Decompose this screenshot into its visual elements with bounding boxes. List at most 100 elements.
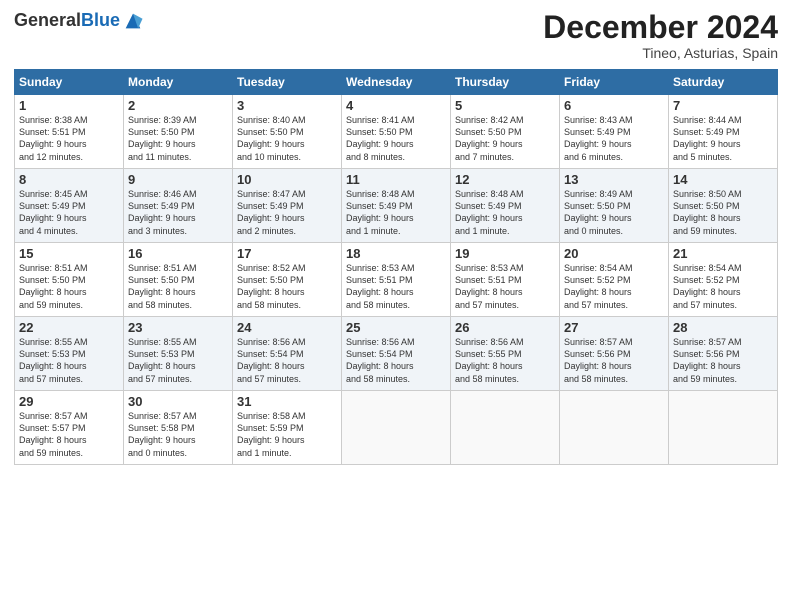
cell-1-1: 9Sunrise: 8:46 AM Sunset: 5:49 PM Daylig… bbox=[124, 169, 233, 243]
cell-text: Sunrise: 8:49 AM Sunset: 5:50 PM Dayligh… bbox=[564, 188, 664, 237]
cell-text: Sunrise: 8:46 AM Sunset: 5:49 PM Dayligh… bbox=[128, 188, 228, 237]
day-number: 6 bbox=[564, 98, 664, 113]
day-number: 9 bbox=[128, 172, 228, 187]
cell-text: Sunrise: 8:48 AM Sunset: 5:49 PM Dayligh… bbox=[346, 188, 446, 237]
day-number: 5 bbox=[455, 98, 555, 113]
day-number: 7 bbox=[673, 98, 773, 113]
day-number: 21 bbox=[673, 246, 773, 261]
cell-text: Sunrise: 8:51 AM Sunset: 5:50 PM Dayligh… bbox=[128, 262, 228, 311]
cell-text: Sunrise: 8:55 AM Sunset: 5:53 PM Dayligh… bbox=[19, 336, 119, 385]
cell-text: Sunrise: 8:57 AM Sunset: 5:56 PM Dayligh… bbox=[673, 336, 773, 385]
cell-text: Sunrise: 8:48 AM Sunset: 5:49 PM Dayligh… bbox=[455, 188, 555, 237]
day-number: 17 bbox=[237, 246, 337, 261]
cell-0-5: 6Sunrise: 8:43 AM Sunset: 5:49 PM Daylig… bbox=[560, 95, 669, 169]
day-number: 10 bbox=[237, 172, 337, 187]
header-monday: Monday bbox=[124, 70, 233, 95]
cell-1-6: 14Sunrise: 8:50 AM Sunset: 5:50 PM Dayli… bbox=[669, 169, 778, 243]
cell-text: Sunrise: 8:39 AM Sunset: 5:50 PM Dayligh… bbox=[128, 114, 228, 163]
location: Tineo, Asturias, Spain bbox=[543, 45, 778, 61]
day-number: 13 bbox=[564, 172, 664, 187]
calendar-table: SundayMondayTuesdayWednesdayThursdayFrid… bbox=[14, 69, 778, 465]
day-number: 15 bbox=[19, 246, 119, 261]
cell-3-5: 27Sunrise: 8:57 AM Sunset: 5:56 PM Dayli… bbox=[560, 317, 669, 391]
cell-3-2: 24Sunrise: 8:56 AM Sunset: 5:54 PM Dayli… bbox=[233, 317, 342, 391]
page-container: GeneralBlue December 2024 Tineo, Asturia… bbox=[0, 0, 792, 473]
cell-text: Sunrise: 8:53 AM Sunset: 5:51 PM Dayligh… bbox=[346, 262, 446, 311]
logo: GeneralBlue bbox=[14, 10, 144, 32]
day-number: 4 bbox=[346, 98, 446, 113]
week-row-4: 29Sunrise: 8:57 AM Sunset: 5:57 PM Dayli… bbox=[15, 391, 778, 465]
cell-text: Sunrise: 8:45 AM Sunset: 5:49 PM Dayligh… bbox=[19, 188, 119, 237]
cell-4-5 bbox=[560, 391, 669, 465]
cell-4-4 bbox=[451, 391, 560, 465]
header-sunday: Sunday bbox=[15, 70, 124, 95]
cell-text: Sunrise: 8:55 AM Sunset: 5:53 PM Dayligh… bbox=[128, 336, 228, 385]
day-number: 29 bbox=[19, 394, 119, 409]
logo-icon bbox=[122, 10, 144, 32]
cell-1-2: 10Sunrise: 8:47 AM Sunset: 5:49 PM Dayli… bbox=[233, 169, 342, 243]
cell-0-3: 4Sunrise: 8:41 AM Sunset: 5:50 PM Daylig… bbox=[342, 95, 451, 169]
day-number: 2 bbox=[128, 98, 228, 113]
cell-3-0: 22Sunrise: 8:55 AM Sunset: 5:53 PM Dayli… bbox=[15, 317, 124, 391]
day-number: 20 bbox=[564, 246, 664, 261]
logo-general: General bbox=[14, 10, 81, 30]
calendar-body: 1Sunrise: 8:38 AM Sunset: 5:51 PM Daylig… bbox=[15, 95, 778, 465]
cell-2-3: 18Sunrise: 8:53 AM Sunset: 5:51 PM Dayli… bbox=[342, 243, 451, 317]
day-number: 28 bbox=[673, 320, 773, 335]
logo-blue: Blue bbox=[81, 10, 120, 30]
day-number: 19 bbox=[455, 246, 555, 261]
day-number: 1 bbox=[19, 98, 119, 113]
cell-text: Sunrise: 8:54 AM Sunset: 5:52 PM Dayligh… bbox=[673, 262, 773, 311]
cell-1-4: 12Sunrise: 8:48 AM Sunset: 5:49 PM Dayli… bbox=[451, 169, 560, 243]
day-number: 27 bbox=[564, 320, 664, 335]
week-row-1: 8Sunrise: 8:45 AM Sunset: 5:49 PM Daylig… bbox=[15, 169, 778, 243]
cell-text: Sunrise: 8:38 AM Sunset: 5:51 PM Dayligh… bbox=[19, 114, 119, 163]
cell-text: Sunrise: 8:51 AM Sunset: 5:50 PM Dayligh… bbox=[19, 262, 119, 311]
cell-2-2: 17Sunrise: 8:52 AM Sunset: 5:50 PM Dayli… bbox=[233, 243, 342, 317]
cell-text: Sunrise: 8:47 AM Sunset: 5:49 PM Dayligh… bbox=[237, 188, 337, 237]
header-tuesday: Tuesday bbox=[233, 70, 342, 95]
page-header: GeneralBlue December 2024 Tineo, Asturia… bbox=[14, 10, 778, 61]
day-number: 23 bbox=[128, 320, 228, 335]
cell-4-2: 31Sunrise: 8:58 AM Sunset: 5:59 PM Dayli… bbox=[233, 391, 342, 465]
cell-text: Sunrise: 8:52 AM Sunset: 5:50 PM Dayligh… bbox=[237, 262, 337, 311]
cell-1-0: 8Sunrise: 8:45 AM Sunset: 5:49 PM Daylig… bbox=[15, 169, 124, 243]
cell-text: Sunrise: 8:57 AM Sunset: 5:57 PM Dayligh… bbox=[19, 410, 119, 459]
cell-0-4: 5Sunrise: 8:42 AM Sunset: 5:50 PM Daylig… bbox=[451, 95, 560, 169]
cell-0-1: 2Sunrise: 8:39 AM Sunset: 5:50 PM Daylig… bbox=[124, 95, 233, 169]
cell-2-1: 16Sunrise: 8:51 AM Sunset: 5:50 PM Dayli… bbox=[124, 243, 233, 317]
header-wednesday: Wednesday bbox=[342, 70, 451, 95]
cell-text: Sunrise: 8:41 AM Sunset: 5:50 PM Dayligh… bbox=[346, 114, 446, 163]
cell-4-3 bbox=[342, 391, 451, 465]
day-number: 26 bbox=[455, 320, 555, 335]
cell-3-4: 26Sunrise: 8:56 AM Sunset: 5:55 PM Dayli… bbox=[451, 317, 560, 391]
cell-text: Sunrise: 8:54 AM Sunset: 5:52 PM Dayligh… bbox=[564, 262, 664, 311]
cell-text: Sunrise: 8:58 AM Sunset: 5:59 PM Dayligh… bbox=[237, 410, 337, 459]
title-block: December 2024 Tineo, Asturias, Spain bbox=[543, 10, 778, 61]
cell-text: Sunrise: 8:44 AM Sunset: 5:49 PM Dayligh… bbox=[673, 114, 773, 163]
cell-3-6: 28Sunrise: 8:57 AM Sunset: 5:56 PM Dayli… bbox=[669, 317, 778, 391]
cell-3-3: 25Sunrise: 8:56 AM Sunset: 5:54 PM Dayli… bbox=[342, 317, 451, 391]
cell-0-2: 3Sunrise: 8:40 AM Sunset: 5:50 PM Daylig… bbox=[233, 95, 342, 169]
cell-text: Sunrise: 8:42 AM Sunset: 5:50 PM Dayligh… bbox=[455, 114, 555, 163]
day-number: 22 bbox=[19, 320, 119, 335]
month-title: December 2024 bbox=[543, 10, 778, 45]
cell-text: Sunrise: 8:56 AM Sunset: 5:54 PM Dayligh… bbox=[346, 336, 446, 385]
cell-text: Sunrise: 8:40 AM Sunset: 5:50 PM Dayligh… bbox=[237, 114, 337, 163]
day-number: 24 bbox=[237, 320, 337, 335]
week-row-2: 15Sunrise: 8:51 AM Sunset: 5:50 PM Dayli… bbox=[15, 243, 778, 317]
cell-1-5: 13Sunrise: 8:49 AM Sunset: 5:50 PM Dayli… bbox=[560, 169, 669, 243]
day-number: 25 bbox=[346, 320, 446, 335]
cell-text: Sunrise: 8:43 AM Sunset: 5:49 PM Dayligh… bbox=[564, 114, 664, 163]
cell-text: Sunrise: 8:57 AM Sunset: 5:56 PM Dayligh… bbox=[564, 336, 664, 385]
week-row-3: 22Sunrise: 8:55 AM Sunset: 5:53 PM Dayli… bbox=[15, 317, 778, 391]
day-number: 12 bbox=[455, 172, 555, 187]
cell-2-6: 21Sunrise: 8:54 AM Sunset: 5:52 PM Dayli… bbox=[669, 243, 778, 317]
day-number: 18 bbox=[346, 246, 446, 261]
cell-0-6: 7Sunrise: 8:44 AM Sunset: 5:49 PM Daylig… bbox=[669, 95, 778, 169]
cell-text: Sunrise: 8:56 AM Sunset: 5:55 PM Dayligh… bbox=[455, 336, 555, 385]
cell-text: Sunrise: 8:57 AM Sunset: 5:58 PM Dayligh… bbox=[128, 410, 228, 459]
cell-text: Sunrise: 8:56 AM Sunset: 5:54 PM Dayligh… bbox=[237, 336, 337, 385]
cell-1-3: 11Sunrise: 8:48 AM Sunset: 5:49 PM Dayli… bbox=[342, 169, 451, 243]
cell-4-0: 29Sunrise: 8:57 AM Sunset: 5:57 PM Dayli… bbox=[15, 391, 124, 465]
